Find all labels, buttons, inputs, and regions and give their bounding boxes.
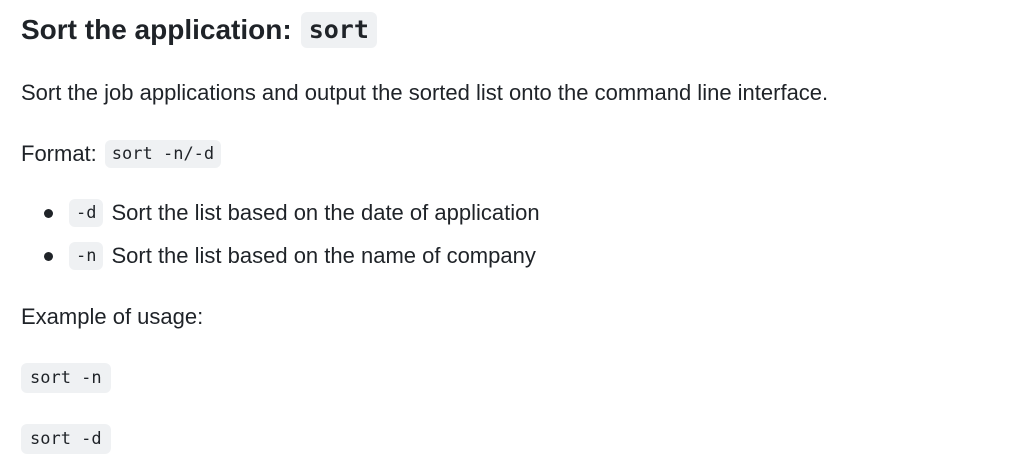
description: Sort the job applications and output the… (21, 80, 829, 105)
option-flag: -d (69, 199, 104, 227)
option-item-n: -n Sort the list based on the name of co… (21, 241, 540, 284)
option-text: Sort the list based on the date of appli… (111, 200, 540, 225)
heading-text: Sort the application: (21, 14, 292, 45)
option-item-d: -d Sort the list based on the date of ap… (21, 198, 540, 241)
bullet-icon (44, 209, 53, 218)
heading-code: sort (300, 12, 377, 48)
example-command-1: sort -n (21, 363, 111, 393)
format-line: Format: sort -n/-d (21, 139, 222, 169)
option-text: Sort the list based on the name of compa… (111, 243, 536, 268)
options-list: -d Sort the list based on the date of ap… (21, 198, 540, 284)
format-label: Format: (21, 141, 97, 166)
option-flag: -n (69, 242, 104, 270)
example-command-2: sort -d (21, 424, 111, 454)
bullet-icon (44, 252, 53, 261)
format-code: sort -n/-d (104, 140, 222, 168)
example-label: Example of usage: (21, 304, 204, 329)
section-heading: Sort the application: sort (21, 12, 377, 48)
